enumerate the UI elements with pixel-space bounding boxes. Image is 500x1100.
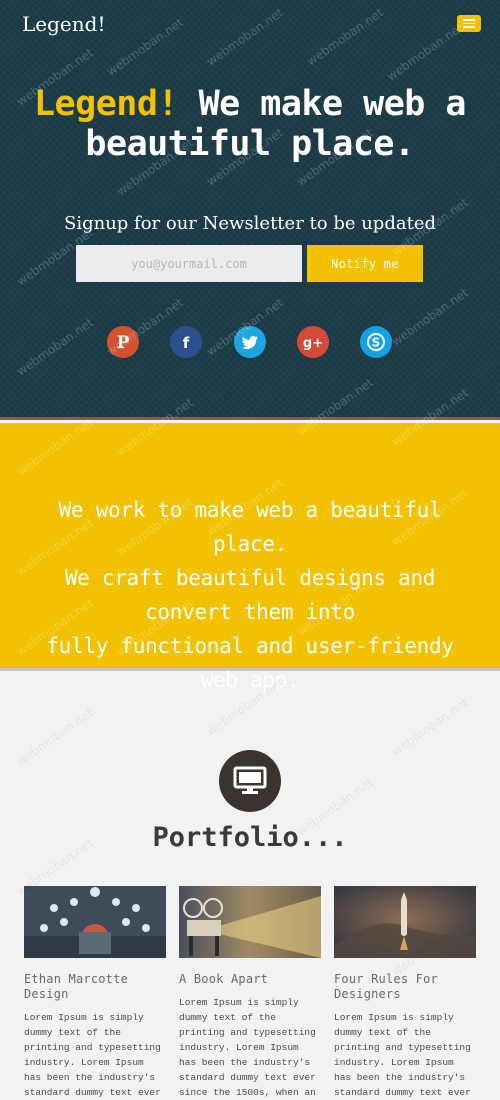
watermark: webmoban.net: [14, 705, 96, 769]
newsletter-label: Signup for our Newsletter to be updated: [64, 213, 436, 234]
portfolio-card-title[interactable]: A Book Apart: [179, 972, 321, 987]
svg-text:S: S: [372, 336, 381, 350]
mission-line-3: fully functional and user-friendy web ap…: [46, 634, 454, 692]
google-plus-glyph: g+: [297, 326, 329, 358]
svg-text:f: f: [183, 334, 190, 352]
portfolio-card[interactable]: Ethan Marcotte Design Lorem Ipsum is sim…: [24, 886, 166, 1100]
portfolio-thumbnail[interactable]: [179, 886, 321, 958]
portfolio-card-text: Lorem Ipsum is simply dummy text of the …: [179, 997, 316, 1098]
brand-logo[interactable]: Legend!: [22, 12, 105, 36]
mission-band: We work to make web a beautiful place. W…: [0, 423, 500, 692]
portfolio-card-text: Lorem Ipsum is simply dummy text of the …: [334, 1012, 471, 1098]
facebook-icon[interactable]: f: [170, 326, 202, 358]
monitor-glyph: [233, 766, 267, 794]
portfolio-card-title[interactable]: Ethan Marcotte Design: [24, 972, 166, 1002]
portfolio-card-text: Lorem Ipsum is simply dummy text of the …: [24, 1012, 161, 1098]
mission-line-1: We work to make web a beautiful place.: [58, 498, 442, 556]
pinterest-icon[interactable]: P: [107, 326, 139, 358]
skype-glyph: S: [360, 326, 392, 358]
svg-text:g+: g+: [303, 336, 323, 351]
notify-button[interactable]: Notify me: [307, 245, 423, 282]
facebook-glyph: f: [170, 326, 202, 358]
pinterest-glyph: P: [107, 326, 139, 358]
portfolio-card[interactable]: A Book Apart Lorem Ipsum is simply dummy…: [179, 886, 321, 1100]
monitor-icon: [219, 750, 281, 812]
hero-section: Legend! Legend! We make web a beautiful …: [0, 0, 500, 420]
portfolio-card-title[interactable]: Four Rules For Designers: [334, 972, 476, 1002]
svg-text:P: P: [117, 333, 130, 353]
email-input[interactable]: [76, 245, 302, 282]
twitter-icon[interactable]: [234, 326, 266, 358]
headline-line1: We make web a: [178, 84, 467, 124]
mission-text: We work to make web a beautiful place. W…: [40, 493, 460, 697]
portfolio-thumbnail[interactable]: [24, 886, 166, 958]
hero-headline: Legend! We make web a beautiful place.: [0, 84, 500, 164]
skype-icon[interactable]: S: [360, 326, 392, 358]
menu-toggle-button[interactable]: [457, 15, 481, 32]
mission-line-2: We craft beautiful designs and convert t…: [64, 566, 436, 624]
portfolio-card[interactable]: Four Rules For Designers Lorem Ipsum is …: [334, 886, 476, 1100]
portfolio-thumbnail[interactable]: [334, 886, 476, 958]
hamburger-icon: [463, 19, 475, 21]
twitter-glyph: [234, 326, 266, 358]
portfolio-title: Portfolio...: [152, 822, 348, 853]
headline-accent: Legend!: [33, 84, 179, 124]
watermark: webmoban.net: [389, 695, 471, 759]
google-plus-icon[interactable]: g+: [297, 326, 329, 358]
headline-line2: beautiful place.: [85, 124, 415, 164]
